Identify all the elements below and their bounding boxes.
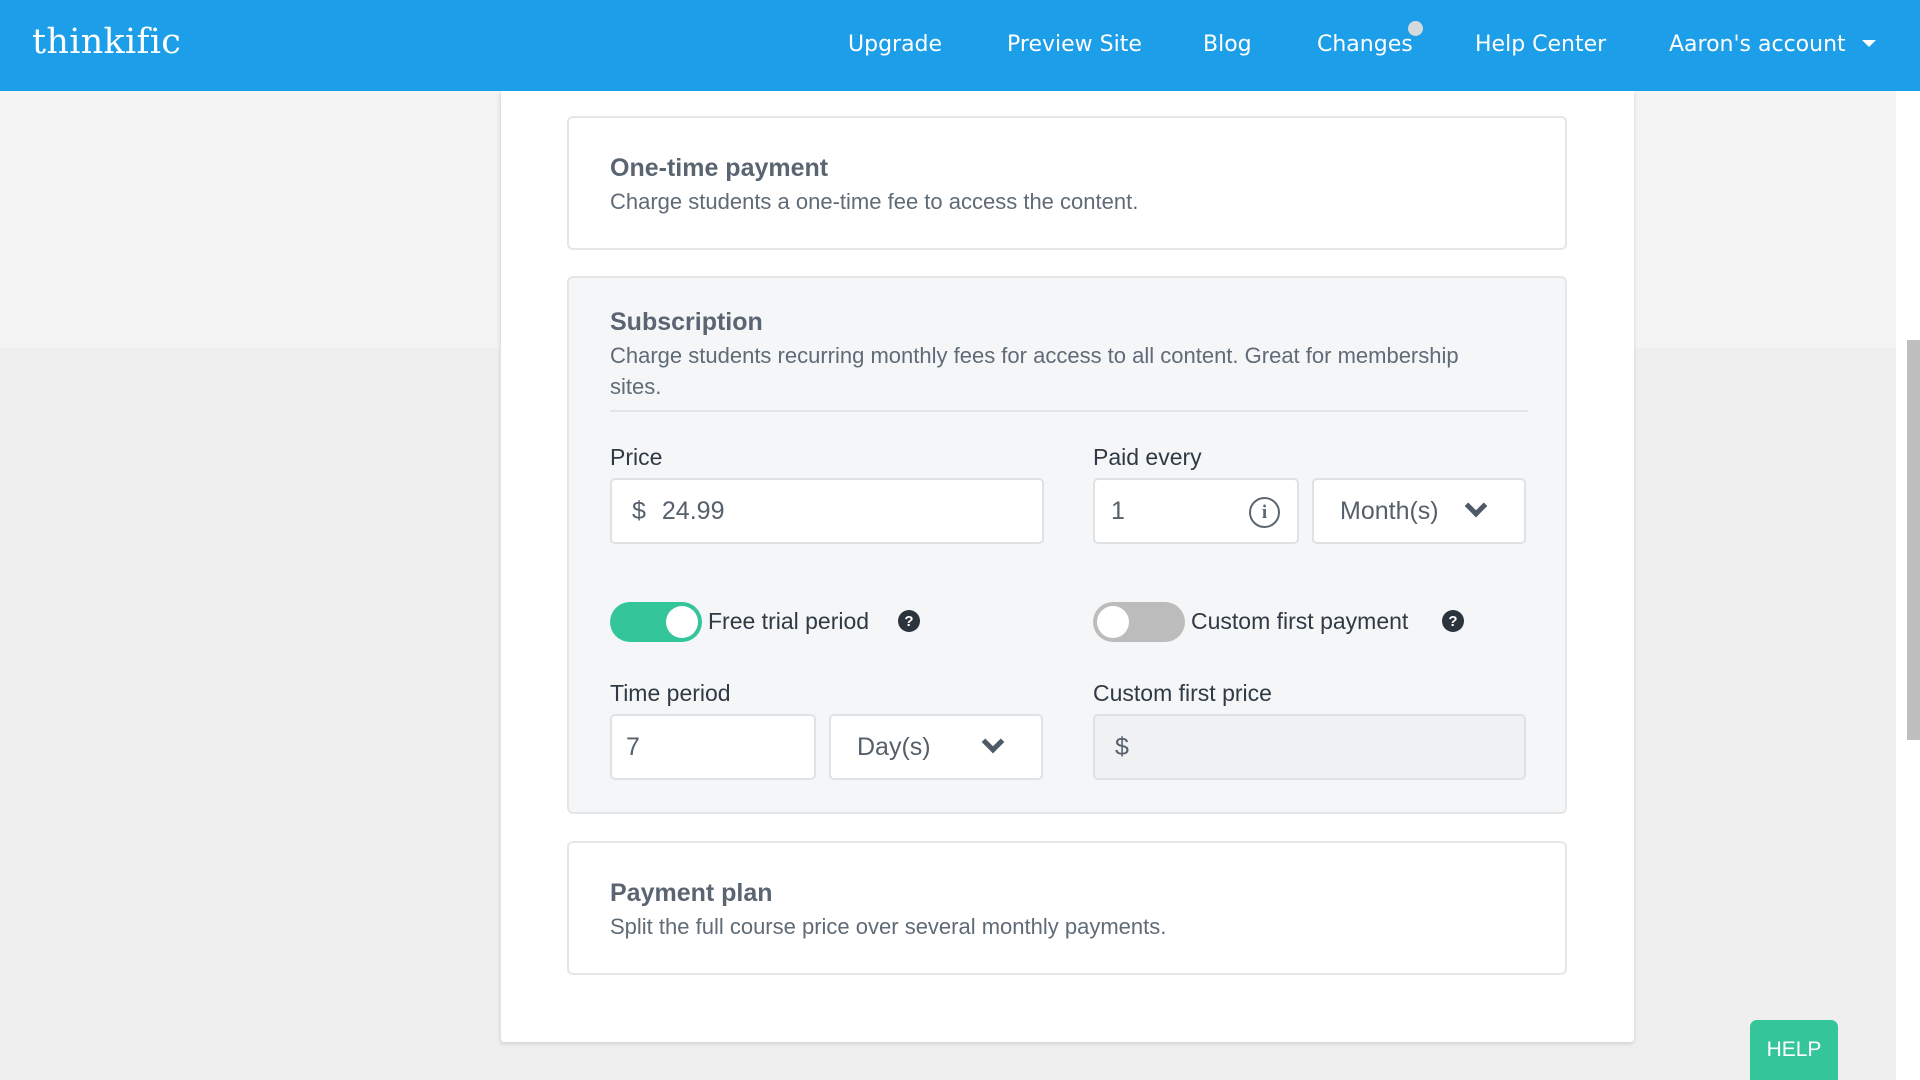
payment-plan-title: Payment plan (610, 879, 773, 907)
custom-first-payment-label: Custom first payment (1191, 608, 1409, 634)
price-value: 24.99 (661, 496, 725, 525)
nav-preview-site-link[interactable]: Preview Site (1007, 32, 1142, 57)
nav-help-center-link[interactable]: Help Center (1475, 32, 1606, 57)
one-time-payment-title: One-time payment (610, 154, 829, 182)
info-icon[interactable]: i (1249, 497, 1280, 528)
paid-every-label: Paid every (1093, 444, 1202, 470)
price-currency-prefix: $ (632, 496, 646, 525)
toggle-knob (1097, 606, 1129, 638)
time-period-input[interactable]: 7 (610, 714, 816, 780)
free-trial-toggle[interactable] (610, 602, 702, 642)
right-background-panel (1634, 91, 1896, 348)
left-background-panel (0, 91, 500, 348)
time-period-unit-value: Day(s) (857, 732, 931, 761)
subscription-divider (610, 410, 1528, 412)
payment-plan-option[interactable]: Payment plan Split the full course price… (567, 841, 1567, 975)
paid-every-unit-select[interactable]: Month(s) (1312, 478, 1526, 544)
chevron-down-icon (981, 730, 1005, 754)
custom-first-price-input[interactable]: $ (1093, 714, 1526, 780)
time-period-label: Time period (610, 680, 731, 706)
one-time-payment-description: Charge students a one-time fee to access… (610, 189, 1139, 214)
custom-first-price-label: Custom first price (1093, 680, 1272, 706)
one-time-payment-option[interactable]: One-time payment Charge students a one-t… (567, 116, 1567, 250)
caret-down-icon (1861, 39, 1876, 47)
toggle-knob (666, 606, 698, 638)
time-period-unit-select[interactable]: Day(s) (829, 714, 1043, 780)
free-trial-help-icon[interactable]: ? (898, 610, 920, 632)
payment-plan-description: Split the full course price over several… (610, 914, 1167, 939)
paid-every-value: 1 (1111, 496, 1125, 525)
custom-first-payment-help-icon[interactable]: ? (1442, 610, 1464, 632)
subscription-description: Charge students recurring monthly fees f… (610, 343, 1459, 399)
price-input[interactable]: $ 24.99 (610, 478, 1044, 544)
paid-every-unit-value: Month(s) (1340, 496, 1439, 525)
top-navigation-bar: thinkific Upgrade Preview Site Blog Chan… (0, 0, 1920, 91)
custom-first-payment-toggle[interactable] (1093, 602, 1185, 642)
scrollbar-thumb[interactable] (1907, 340, 1920, 740)
paid-every-input[interactable]: 1 i (1093, 478, 1299, 544)
changes-notification-dot (1408, 21, 1423, 36)
nav-changes-link[interactable]: Changes (1317, 32, 1413, 57)
chevron-down-icon (1464, 494, 1488, 518)
account-label: Aaron's account (1669, 32, 1846, 57)
nav-blog-link[interactable]: Blog (1203, 32, 1252, 57)
subscription-title: Subscription (610, 308, 763, 336)
subscription-option[interactable]: Subscription Charge students recurring m… (567, 276, 1567, 814)
time-period-value: 7 (626, 732, 640, 761)
thinkific-logo[interactable]: thinkific (32, 22, 181, 62)
custom-first-price-currency-prefix: $ (1115, 732, 1129, 761)
free-trial-label: Free trial period (708, 608, 870, 634)
nav-upgrade-link[interactable]: Upgrade (848, 32, 942, 57)
price-label: Price (610, 444, 663, 470)
account-menu[interactable]: Aaron's account (1669, 32, 1876, 57)
help-button[interactable]: HELP (1750, 1020, 1838, 1080)
